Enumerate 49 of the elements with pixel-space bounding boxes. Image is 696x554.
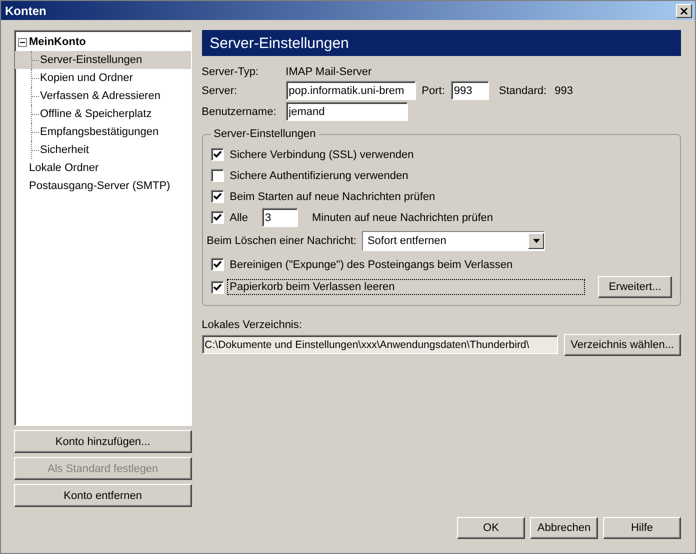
port-field[interactable]: 993 — [450, 81, 489, 100]
field-label: Beim Löschen einer Nachricht: — [206, 235, 356, 247]
tree-item[interactable]: Postausgang-Server (SMTP) — [15, 177, 191, 195]
checkbox[interactable] — [210, 148, 224, 161]
username-field[interactable]: jemand — [286, 102, 408, 121]
default-port-value: 993 — [554, 84, 573, 96]
checkbox[interactable] — [210, 169, 224, 182]
checkbox[interactable] — [210, 211, 224, 224]
delete-action-dropdown[interactable]: Sofort entfernen — [362, 231, 546, 251]
checkbox-label[interactable]: Alle — [228, 210, 250, 224]
server-type-value: IMAP Mail-Server — [286, 66, 372, 78]
checkbox-label[interactable]: Bereinigen ("Expunge") des Posteingangs beim Verlassen — [228, 258, 515, 272]
close-button[interactable]: × — [676, 4, 692, 18]
group-title: Server-Einstellungen — [212, 128, 317, 140]
window-title: Konten — [5, 4, 46, 18]
tree-item[interactable]: Lokale Ordner — [15, 159, 191, 177]
server-field[interactable]: pop.informatik.uni-brem — [286, 81, 416, 100]
checkbox-label[interactable]: Sichere Verbindung (SSL) verwenden — [228, 148, 416, 162]
tree-item[interactable]: Verfassen & Adressieren — [15, 87, 191, 105]
choose-directory-button[interactable]: Verzeichnis wählen... — [564, 334, 681, 356]
field-label: Benutzername: — [202, 106, 278, 118]
checkbox-label[interactable]: Beim Starten auf neue Nachrichten prüfen — [228, 190, 438, 204]
checkbox[interactable] — [210, 258, 224, 271]
tree-item[interactable]: MeinKonto — [15, 33, 191, 51]
field-label: Server-Typ: — [202, 66, 260, 78]
checkbox-label[interactable]: Papierkorb beim Verlassen leeren — [228, 280, 584, 294]
tree-item[interactable]: Sicherheit — [15, 141, 191, 159]
tree-item[interactable]: Empfangsbestätigungen — [15, 123, 191, 141]
tree-item[interactable]: Server-Einstellungen — [15, 51, 191, 69]
field-label: Minuten auf neue Nachrichten prüfen — [312, 212, 494, 224]
field-label: Server: — [202, 84, 238, 96]
tree-item[interactable]: Offline & Speicherplatz — [15, 105, 191, 123]
advanced-button[interactable]: Erweitert... — [598, 276, 672, 298]
dialog-button[interactable]: Abbrechen — [530, 517, 598, 539]
account-button[interactable]: Konto hinzufügen... — [14, 430, 192, 453]
directory-field[interactable]: C:\Dokumente und Einstellungen\xxx\Anwendungsdaten\Thunderbird\ — [202, 335, 558, 354]
dialog-button[interactable]: OK — [457, 517, 525, 539]
account-button[interactable]: Konto entfernen — [14, 484, 192, 507]
field-label: Port: — [422, 84, 445, 96]
checkbox[interactable] — [210, 280, 224, 294]
collapse-icon[interactable] — [18, 38, 27, 46]
tree-item[interactable]: Kopien und Ordner — [15, 69, 191, 87]
field-label: Standard: — [498, 84, 547, 96]
dialog-button[interactable]: Hilfe — [603, 517, 681, 539]
minutes-field[interactable]: 3 — [262, 208, 298, 227]
field-label: Lokales Verzeichnis: — [202, 319, 302, 331]
panel-header: Server-Einstellungen — [202, 30, 681, 56]
checkbox-label[interactable]: Sichere Authentifizierung verwenden — [228, 168, 410, 182]
checkbox[interactable] — [210, 190, 224, 203]
